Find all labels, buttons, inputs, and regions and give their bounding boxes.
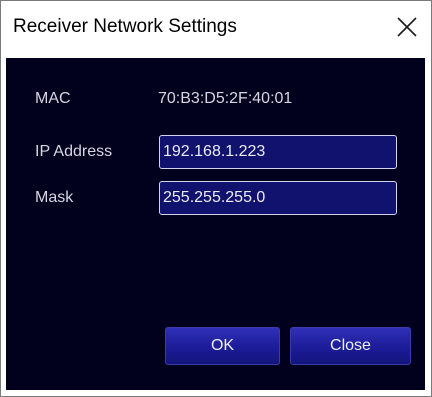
- close-icon: [397, 17, 417, 37]
- network-settings-dialog: Receiver Network Settings MAC 70:B3:D5:2…: [0, 0, 432, 397]
- mac-label: MAC: [35, 90, 71, 107]
- ok-button-label: OK: [210, 337, 235, 354]
- mac-value: 70:B3:D5:2F:40:01: [158, 90, 293, 107]
- ok-button[interactable]: OK: [165, 327, 280, 365]
- mask-input[interactable]: [159, 181, 397, 215]
- close-button-label: Close: [330, 337, 371, 354]
- settings-panel: MAC 70:B3:D5:2F:40:01 IP Address Mask OK…: [6, 58, 425, 390]
- window-close-button[interactable]: [385, 5, 429, 49]
- ip-address-input[interactable]: [159, 135, 397, 169]
- mask-label: Mask: [35, 189, 74, 206]
- dialog-title: Receiver Network Settings: [13, 16, 237, 37]
- close-button[interactable]: Close: [290, 327, 411, 365]
- ip-address-label: IP Address: [35, 143, 113, 160]
- title-bar: Receiver Network Settings: [1, 1, 431, 57]
